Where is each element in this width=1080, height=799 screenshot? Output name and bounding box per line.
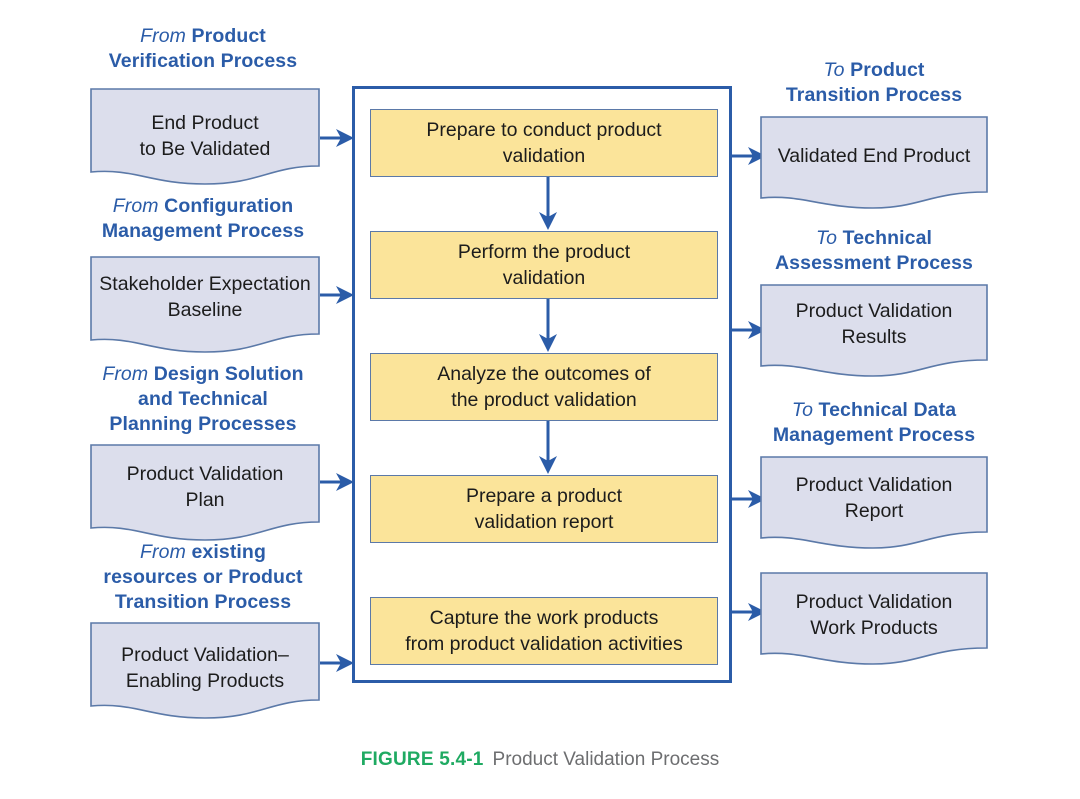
- activity-box-2[interactable]: Perform the product validation: [370, 231, 718, 299]
- input-label-4-text: existing resources or Product Transition…: [103, 541, 303, 613]
- input-label-1-prefix: From: [140, 25, 186, 47]
- output-artifact-2-text: Product Validation Results: [795, 300, 953, 348]
- flow-arrow-1-2: [539, 177, 557, 230]
- input-artifact-1-text: End Product to Be Validated: [139, 112, 271, 160]
- activity-box-1-text: Prepare to conduct product validation: [426, 119, 662, 167]
- output-label-2-text: Technical Assessment Process: [775, 227, 973, 274]
- product-validation-process-container: Prepare to conduct product validation Pe…: [352, 86, 732, 683]
- output-label-3: To Technical Data Management Process: [748, 398, 1000, 448]
- output-artifact-2: Product Validation Results: [760, 284, 988, 380]
- figure-caption: FIGURE 5.4-1 Product Validation Process: [0, 748, 1080, 772]
- output-label-1: To Product Transition Process: [748, 58, 1000, 108]
- input-artifact-1: End Product to Be Validated: [90, 88, 320, 186]
- input-arrow-4: [320, 654, 354, 672]
- input-arrow-1: [320, 129, 354, 147]
- output-artifact-1: Validated End Product: [760, 116, 988, 212]
- input-artifact-4: Product Validation– Enabling Products: [90, 622, 320, 720]
- input-arrow-3: [320, 473, 354, 491]
- activity-box-4[interactable]: Prepare a product validation report: [370, 475, 718, 543]
- input-label-3: From Design Solution and Technical Plann…: [72, 362, 334, 437]
- input-arrow-2: [320, 286, 354, 304]
- input-label-3-prefix: From: [102, 363, 149, 385]
- input-artifact-2: Stakeholder Expectation Baseline: [90, 256, 320, 354]
- output-label-2: To Technical Assessment Process: [748, 226, 1000, 276]
- flow-arrow-3-4: [539, 421, 557, 474]
- output-artifact-3: Product Validation Report: [760, 456, 988, 552]
- input-artifact-4-text: Product Validation– Enabling Products: [121, 644, 289, 692]
- output-label-2-prefix: To: [815, 227, 838, 249]
- activity-box-5-text: Capture the work products from product v…: [405, 607, 683, 655]
- input-artifact-3-text: Product Validation Plan: [126, 463, 284, 511]
- input-label-1-text: Product Verification Process: [108, 25, 298, 72]
- figure-title: Product Validation Process: [492, 749, 720, 770]
- output-label-1-text: Product Transition Process: [785, 59, 963, 106]
- output-artifact-3-text: Product Validation Report: [795, 474, 953, 522]
- output-label-1-prefix: To: [823, 59, 845, 81]
- input-label-4: From existing resources or Product Trans…: [72, 540, 334, 615]
- figure-number: FIGURE 5.4-1: [360, 749, 484, 770]
- input-label-1: From Product Verification Process: [78, 24, 328, 74]
- activity-box-1[interactable]: Prepare to conduct product validation: [370, 109, 718, 177]
- activity-box-2-text: Perform the product validation: [457, 241, 631, 289]
- input-label-2: From Configuration Management Process: [72, 194, 334, 244]
- activity-box-3-text: Analyze the outcomes of the product vali…: [437, 363, 651, 411]
- activity-box-5[interactable]: Capture the work products from product v…: [370, 597, 718, 665]
- activity-box-4-text: Prepare a product validation report: [465, 485, 623, 533]
- input-artifact-3: Product Validation Plan: [90, 444, 320, 542]
- input-label-4-prefix: From: [140, 541, 186, 563]
- activity-box-3[interactable]: Analyze the outcomes of the product vali…: [370, 353, 718, 421]
- output-artifact-4-text: Product Validation Work Products: [795, 591, 953, 639]
- output-label-3-prefix: To: [791, 399, 814, 421]
- figure-canvas: From Product Verification Process End Pr…: [0, 0, 1080, 799]
- output-artifact-1-text: Validated End Product: [777, 145, 971, 167]
- output-artifact-4: Product Validation Work Products: [760, 572, 988, 668]
- input-label-2-prefix: From: [112, 195, 159, 217]
- flow-arrow-2-3: [539, 299, 557, 352]
- input-artifact-2-text: Stakeholder Expectation Baseline: [99, 273, 311, 321]
